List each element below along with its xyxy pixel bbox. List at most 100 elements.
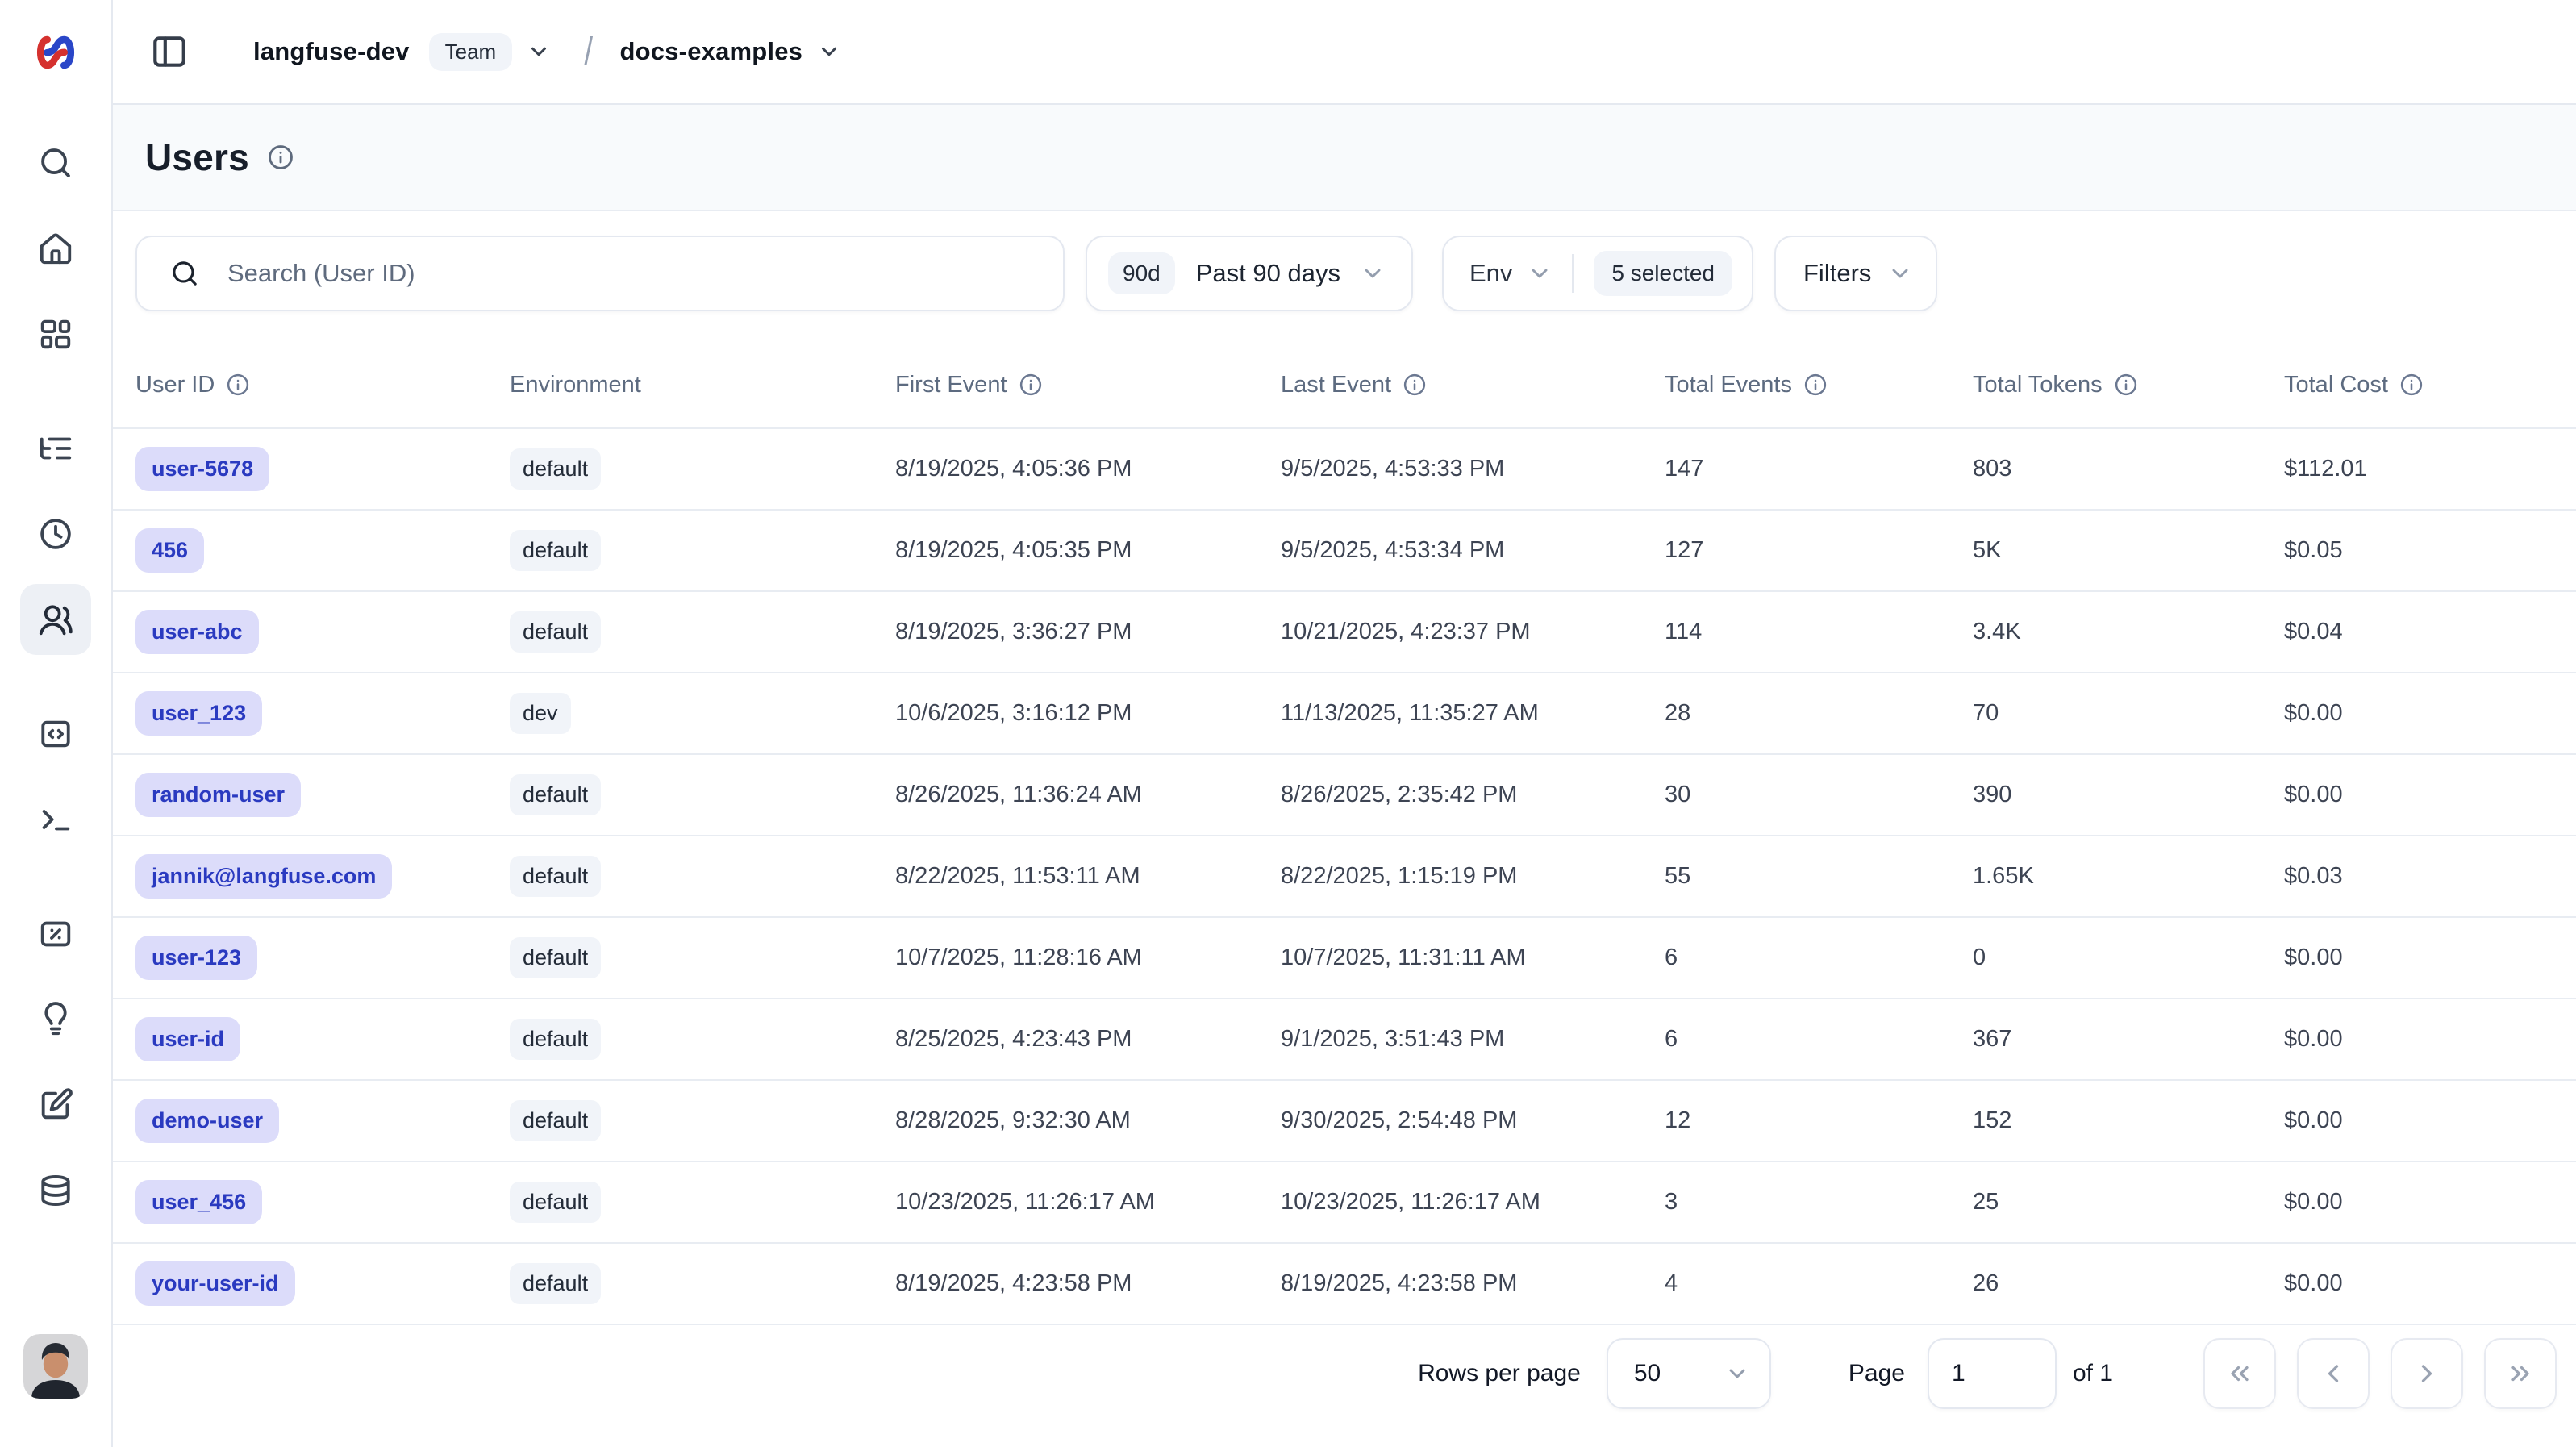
- user-id-badge[interactable]: your-user-id: [135, 1261, 295, 1306]
- filters-button[interactable]: Filters: [1774, 236, 1937, 311]
- total-tokens-cell: 367: [1973, 1026, 2284, 1053]
- total-events-cell: 127: [1665, 537, 1973, 564]
- chevron-down-icon: [1527, 261, 1553, 286]
- sidebar-item-insights-lightbulb[interactable]: [20, 984, 91, 1055]
- column-header[interactable]: Total Tokens: [1973, 372, 2284, 398]
- user-id-badge[interactable]: jannik@langfuse.com: [135, 854, 392, 899]
- info-icon[interactable]: [1803, 373, 1828, 397]
- sidebar-item-home[interactable]: [20, 213, 91, 284]
- table-row[interactable]: user_456 default 10/23/2025, 11:26:17 AM…: [113, 1161, 2576, 1242]
- langfuse-logo-icon: [31, 32, 80, 73]
- filters-label: Filters: [1803, 259, 1871, 288]
- sidebar-item-prompts-file-code[interactable]: [20, 698, 91, 769]
- info-icon[interactable]: [2114, 373, 2138, 397]
- last-event-cell: 10/7/2025, 11:31:11 AM: [1281, 945, 1665, 971]
- user-avatar[interactable]: [23, 1334, 88, 1399]
- user-id-badge[interactable]: 456: [135, 528, 204, 573]
- info-icon[interactable]: [226, 373, 250, 397]
- project-switcher-button[interactable]: [817, 40, 841, 64]
- sidebar-item-dashboard-grid[interactable]: [20, 298, 91, 369]
- breadcrumb-project-name[interactable]: docs-examples: [620, 37, 803, 66]
- last-event-cell: 9/30/2025, 2:54:48 PM: [1281, 1107, 1665, 1134]
- sidebar-item-tracing-tree[interactable]: [20, 413, 91, 484]
- sidebar-item-users[interactable]: [20, 584, 91, 655]
- page-header: Users: [113, 105, 2576, 211]
- total-cost-cell: $0.00: [2284, 1270, 2576, 1297]
- tracing-tree-icon: [37, 430, 74, 467]
- sidebar-toggle-button[interactable]: [147, 29, 192, 74]
- total-tokens-cell: 390: [1973, 782, 2284, 808]
- last-page-button[interactable]: [2484, 1338, 2557, 1409]
- page-title-info-icon[interactable]: [267, 144, 294, 171]
- info-icon[interactable]: [1403, 373, 1427, 397]
- column-header[interactable]: Last Event: [1281, 372, 1665, 398]
- sidebar-item-annotation-pen[interactable]: [20, 1070, 91, 1141]
- info-icon[interactable]: [1019, 373, 1043, 397]
- environment-badge: default: [510, 1019, 601, 1060]
- table-row[interactable]: demo-user default 8/28/2025, 9:32:30 AM …: [113, 1079, 2576, 1161]
- table-row[interactable]: user-123 default 10/7/2025, 11:28:16 AM …: [113, 916, 2576, 998]
- table-row[interactable]: user-5678 default 8/19/2025, 4:05:36 PM …: [113, 427, 2576, 509]
- table-row[interactable]: your-user-id default 8/19/2025, 4:23:58 …: [113, 1242, 2576, 1324]
- user-id-badge[interactable]: demo-user: [135, 1099, 279, 1143]
- sidebar-item-evaluation-percent[interactable]: [20, 899, 91, 970]
- column-header[interactable]: Total Cost: [2284, 372, 2576, 398]
- column-header[interactable]: Total Events: [1665, 372, 1973, 398]
- environment-filter-label: Env: [1469, 259, 1512, 288]
- sidebar-item-sessions-clock[interactable]: [20, 498, 91, 569]
- user-id-badge[interactable]: user-123: [135, 936, 257, 980]
- column-header[interactable]: Environment: [510, 372, 895, 398]
- dashboard-grid-icon: [37, 315, 74, 352]
- environment-badge: default: [510, 1263, 601, 1304]
- date-range-button[interactable]: 90d Past 90 days: [1086, 236, 1413, 311]
- table-row[interactable]: random-user default 8/26/2025, 11:36:24 …: [113, 753, 2576, 835]
- page-number-input[interactable]: [1928, 1338, 2057, 1409]
- total-tokens-cell: 5K: [1973, 537, 2284, 564]
- last-event-cell: 9/1/2025, 3:51:43 PM: [1281, 1026, 1665, 1053]
- next-page-button[interactable]: [2391, 1338, 2463, 1409]
- user-id-badge[interactable]: random-user: [135, 773, 301, 817]
- environment-filter-button[interactable]: Env 5 selected: [1442, 236, 1753, 311]
- user-id-badge[interactable]: user_456: [135, 1180, 262, 1224]
- first-page-button[interactable]: [2203, 1338, 2276, 1409]
- last-event-cell: 9/5/2025, 4:53:34 PM: [1281, 537, 1665, 564]
- breadcrumb-org-name[interactable]: langfuse-dev: [253, 37, 410, 66]
- table-row[interactable]: jannik@langfuse.com default 8/22/2025, 1…: [113, 835, 2576, 916]
- column-header-label: User ID: [135, 372, 215, 398]
- total-events-cell: 28: [1665, 700, 1973, 727]
- user-id-badge[interactable]: user-abc: [135, 610, 259, 654]
- column-header[interactable]: First Event: [895, 372, 1281, 398]
- user-id-badge[interactable]: user_123: [135, 691, 262, 736]
- insights-lightbulb-icon: [37, 1001, 74, 1038]
- search-input[interactable]: [227, 259, 1037, 288]
- annotation-pen-icon: [37, 1086, 74, 1124]
- table-row[interactable]: user-id default 8/25/2025, 4:23:43 PM 9/…: [113, 998, 2576, 1079]
- table-row[interactable]: 456 default 8/19/2025, 4:05:35 PM 9/5/20…: [113, 509, 2576, 590]
- main-area: langfuse-dev Team / docs-examples Users: [113, 0, 2576, 1447]
- rows-per-page-select[interactable]: 50: [1607, 1338, 1771, 1409]
- total-cost-cell: $0.05: [2284, 537, 2576, 564]
- environment-badge: default: [510, 611, 601, 653]
- org-plan-badge: Team: [429, 33, 513, 71]
- column-header[interactable]: User ID: [135, 372, 510, 398]
- total-events-cell: 3: [1665, 1189, 1973, 1216]
- user-id-badge[interactable]: user-id: [135, 1017, 240, 1061]
- evaluation-percent-icon: [37, 915, 74, 953]
- total-tokens-cell: 803: [1973, 456, 2284, 482]
- page-label: Page: [1849, 1338, 1905, 1409]
- sidebar-item-playground-terminal[interactable]: [20, 784, 91, 855]
- sidebar-footer: [23, 1334, 88, 1447]
- org-switcher-button[interactable]: [527, 40, 551, 64]
- table-row[interactable]: user_123 dev 10/6/2025, 3:16:12 PM 11/13…: [113, 672, 2576, 753]
- user-id-badge[interactable]: user-5678: [135, 447, 269, 491]
- sidebar-item-datasets-database[interactable]: [20, 1155, 91, 1226]
- previous-page-button[interactable]: [2297, 1338, 2370, 1409]
- langfuse-logo[interactable]: [0, 0, 111, 105]
- total-cost-cell: $0.00: [2284, 1189, 2576, 1216]
- info-icon[interactable]: [2399, 373, 2424, 397]
- rows-per-page-value: 50: [1634, 1360, 1661, 1387]
- sidebar: [0, 0, 113, 1447]
- sidebar-item-search[interactable]: [20, 127, 91, 198]
- environment-badge: default: [510, 530, 601, 571]
- table-row[interactable]: user-abc default 8/19/2025, 3:36:27 PM 1…: [113, 590, 2576, 672]
